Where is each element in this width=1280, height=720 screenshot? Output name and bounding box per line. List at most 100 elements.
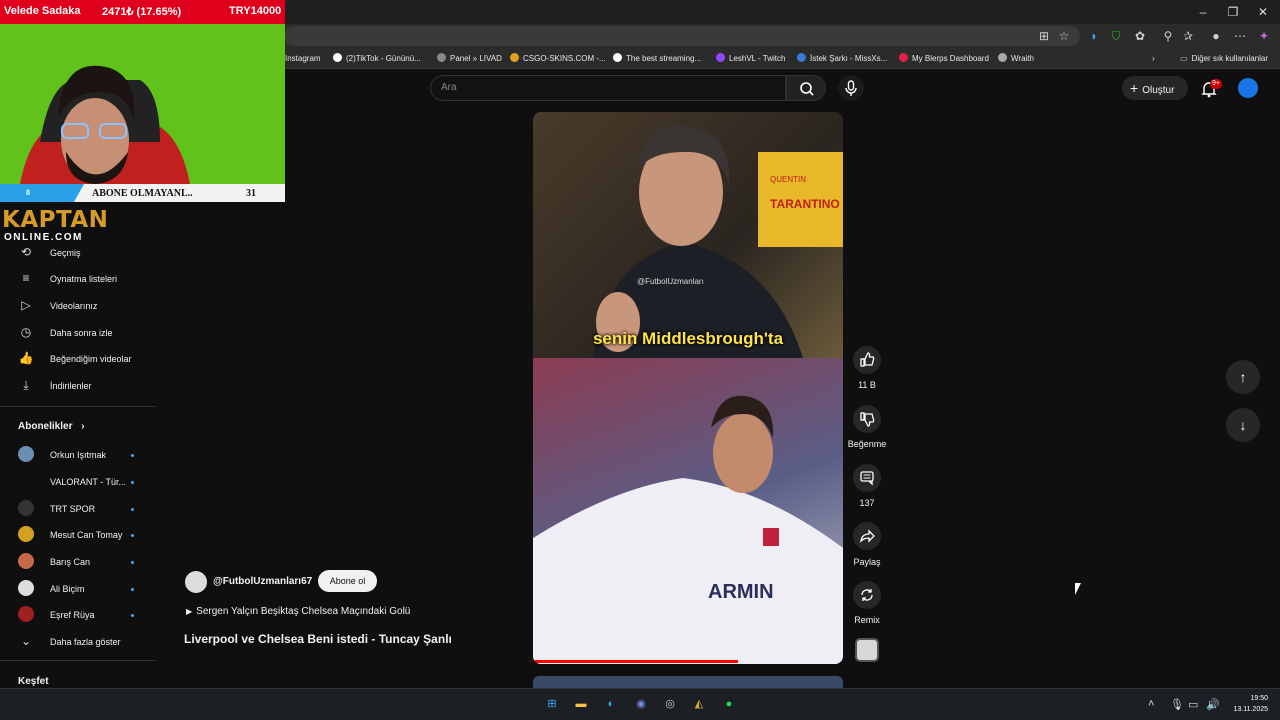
favorite-star-icon[interactable]: ☆	[1056, 28, 1072, 44]
account-avatar[interactable]	[1238, 78, 1258, 98]
file-explorer-icon[interactable]: ▬	[572, 695, 590, 713]
bookmark-item[interactable]: My Blerps Dashboard	[899, 52, 989, 66]
like-button[interactable]	[853, 346, 881, 374]
channel-avatar[interactable]	[185, 571, 207, 593]
close-icon[interactable]: ✕	[1248, 4, 1278, 20]
shield-icon[interactable]: ⛉	[1108, 28, 1124, 44]
sidebar-item[interactable]: ⤓ İndirilenler	[18, 376, 91, 394]
voice-search-button[interactable]	[838, 75, 864, 101]
bookmark-item[interactable]: İstek Şarkı - MissXs...	[797, 52, 887, 66]
create-label: Oluştur	[1142, 85, 1175, 96]
microphone-tray-icon[interactable]: 🎙	[1170, 698, 1184, 711]
restore-icon[interactable]: ❐	[1218, 4, 1248, 20]
bookmark-favicon-icon	[437, 53, 446, 62]
url-field[interactable]	[284, 26, 1080, 46]
collections-icon[interactable]: ⚲	[1160, 28, 1176, 44]
subscription-item[interactable]: Ali Biçim	[18, 580, 85, 598]
bookmark-item[interactable]: Panel » LIVAD	[437, 52, 502, 66]
channel-name[interactable]: @FutbolUzmanları67	[213, 576, 312, 587]
remix-button[interactable]	[853, 581, 881, 609]
channel-avatar	[18, 500, 34, 516]
apps-icon[interactable]: ⊞	[1036, 28, 1052, 44]
edge-icon[interactable]: ◐	[602, 695, 620, 713]
clock-date: 13.11.2025	[1233, 706, 1268, 713]
subscriber-goal-label: ABONE OLMAYANL..	[92, 188, 193, 199]
subscribe-button[interactable]: Abone ol	[318, 570, 377, 592]
music-link[interactable]: ▶ Sergen Yalçın Beşiktaş Chelsea Maçındak…	[186, 606, 410, 617]
bookmark-item[interactable]: Wraith	[998, 52, 1034, 66]
search-button[interactable]	[786, 75, 826, 101]
bookmark-item[interactable]: CSGO-SKINS.COM -...	[510, 52, 606, 66]
dislike-button[interactable]	[853, 405, 881, 433]
next-video-peek[interactable]	[533, 676, 843, 688]
show-more-button[interactable]: ⌄ Daha fazla göster	[18, 632, 121, 650]
webcam-overlay	[0, 22, 285, 184]
channel-avatar	[18, 606, 34, 622]
bookmark-favicon-icon	[510, 53, 519, 62]
copilot-icon[interactable]: ✦	[1256, 28, 1272, 44]
other-bookmarks[interactable]: ▭ Diğer sık kullanılanlar	[1180, 52, 1268, 66]
spotify-icon[interactable]: ●	[720, 695, 738, 713]
create-button[interactable]: + Oluştur	[1122, 76, 1188, 100]
new-content-dot	[131, 561, 134, 564]
minimize-icon[interactable]: –	[1188, 4, 1218, 20]
video-watermark: @FutbolUzmanları	[637, 277, 704, 286]
download-icon: ⤓	[23, 378, 29, 392]
subscription-item[interactable]: Mesut Can Tomay	[18, 526, 122, 544]
audio-source-thumbnail[interactable]	[855, 638, 879, 662]
new-content-dot	[131, 454, 134, 457]
subscription-item[interactable]: Barış Can	[18, 553, 90, 571]
folder-icon: ▭	[1180, 54, 1188, 63]
start-icon[interactable]: ⊞	[543, 695, 561, 713]
sidebar-item[interactable]: ≡ Oynatma listeleri	[18, 269, 117, 287]
video-progress-bar[interactable]	[533, 660, 738, 663]
shorts-video[interactable]: QUENTIN TARANTINO @FutbolUzmanları senin…	[533, 112, 843, 664]
sidebar-item-label: Daha sonra izle	[50, 328, 113, 338]
network-icon[interactable]: ▭	[1188, 698, 1198, 711]
sidebar-item[interactable]: 👍 Beğendiğim videolar	[18, 349, 132, 367]
video-icon: ▷	[21, 298, 31, 312]
subscription-item[interactable]: Orkun Işıtmak	[18, 446, 106, 464]
share-button[interactable]	[853, 522, 881, 550]
volume-icon[interactable]: 🔊	[1206, 698, 1220, 711]
bookmarks-overflow-icon[interactable]: ›	[1152, 52, 1155, 66]
bookmark-item[interactable]: LeshVL - Twitch	[716, 52, 785, 66]
sidebar-item[interactable]: ⟲ Geçmiş	[18, 243, 81, 261]
discord-icon[interactable]: ◉	[632, 695, 650, 713]
subscription-item[interactable]: TRT SPOR	[18, 500, 95, 518]
bookmark-favicon-icon	[333, 53, 342, 62]
extensions-icon[interactable]: ✿	[1132, 28, 1148, 44]
tray-chevron-icon[interactable]: ˄	[1148, 698, 1154, 710]
sidebar-item[interactable]: ▷ Videolarınız	[18, 296, 97, 314]
subscription-item[interactable]: Eşref Rüya	[18, 606, 95, 624]
profile-icon[interactable]: ●	[1208, 28, 1224, 44]
previous-video-button[interactable]: ↑	[1226, 360, 1260, 394]
subscriber-goal-fill	[0, 184, 84, 202]
extension-icon[interactable]: ◗	[1086, 28, 1102, 44]
other-bookmarks-label: Diğer sık kullanılanlar	[1191, 54, 1269, 63]
bookmark-item[interactable]: The best streaming...	[613, 52, 701, 66]
bookmark-label: (2)TikTok - Gününü...	[346, 54, 421, 63]
obs-icon[interactable]: ◎	[661, 695, 679, 713]
sidebar-item-label: Videolarınız	[50, 301, 98, 311]
more-icon[interactable]: ⋯	[1232, 28, 1248, 44]
history-icon: ⟲	[20, 245, 32, 259]
new-content-dot	[131, 614, 134, 617]
search-icon	[800, 82, 814, 96]
next-video-button[interactable]: ↓	[1226, 408, 1260, 442]
league-icon[interactable]: ◭	[690, 695, 708, 713]
comments-button[interactable]	[853, 464, 881, 492]
subscriptions-header[interactable]: Abonelikler ›	[18, 421, 85, 432]
sidebar: ⟲ Geçmiş ≡ Oynatma listeleri ▷ Videolarınız ◷ D…	[0, 240, 156, 690]
sidebar-item-label: Beğendiğim videolar	[50, 354, 132, 364]
donation-label: Velede Sadaka	[4, 5, 81, 17]
search-input[interactable]: Ara	[430, 75, 786, 101]
sidebar-item[interactable]: ◷ Daha sonra izle	[18, 323, 113, 341]
bookmark-label: My Blerps Dashboard	[912, 54, 989, 63]
bookmark-item[interactable]: (2)TikTok - Gününü...	[333, 52, 421, 66]
subscription-item[interactable]: VALORANT - Tür...	[18, 473, 126, 491]
favorites-icon[interactable]: ✰	[1180, 28, 1196, 44]
explore-header[interactable]: Keşfet	[18, 676, 49, 687]
subscriptions-title: Abonelikler	[18, 421, 73, 432]
system-clock[interactable]: 19:50 13.11.2025	[1228, 693, 1268, 715]
